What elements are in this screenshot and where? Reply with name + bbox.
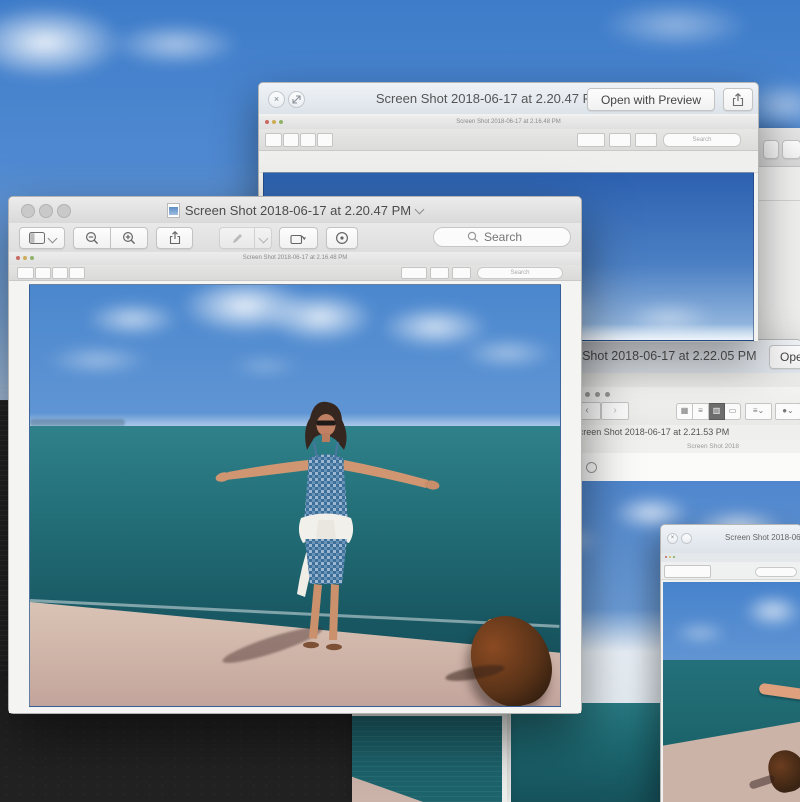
wallpaper-cloud xyxy=(110,22,240,67)
preview-window: Screen Shot 2018-06-17 at 2.20.47 PM xyxy=(8,196,582,714)
share-button[interactable] xyxy=(723,88,753,111)
screenshot-toolbar: Search xyxy=(9,265,581,281)
search-icon xyxy=(467,231,479,243)
woman-figure xyxy=(210,400,445,660)
photo xyxy=(29,284,561,707)
share-icon xyxy=(169,231,181,245)
fullscreen-icon[interactable] xyxy=(681,533,692,544)
annotate-icon xyxy=(586,462,597,473)
action-icon: ●⌄ xyxy=(775,403,800,420)
screenshot-title: Screen Shot 2018-06-17 at 2.16.48 PM xyxy=(259,119,758,125)
screenshot-toolbar: Search xyxy=(259,129,758,151)
column-view-icon: ▥ xyxy=(709,403,725,420)
annotate-button[interactable] xyxy=(326,227,358,249)
rotate-button[interactable] xyxy=(279,227,318,249)
sidebar-icon xyxy=(29,232,45,244)
search-field-wrap xyxy=(433,227,571,247)
chevron-down-icon xyxy=(47,233,57,243)
sidebar-button[interactable] xyxy=(19,227,65,249)
button-fragment[interactable] xyxy=(763,140,779,159)
screenshot-search: Search xyxy=(663,133,741,147)
desktop: Screen Shot 2018-06-17 at 2.22.05 PM Ope… xyxy=(0,0,800,802)
annotate-icon xyxy=(335,231,349,245)
screenshot-band xyxy=(259,151,758,173)
zoom-out-icon xyxy=(85,231,99,245)
button-fragment[interactable] xyxy=(782,140,800,159)
document-icon xyxy=(167,203,180,218)
gallery-view-icon: ▭ xyxy=(725,403,741,420)
quicklook-titlebar[interactable]: × Screen Shot 2018-06- xyxy=(661,525,800,554)
preview-toolbar xyxy=(9,223,581,253)
icon-view-icon: ▦ xyxy=(676,403,693,420)
inner-window-title: Screen Shot 2018 xyxy=(687,443,739,450)
quicklook-content xyxy=(661,553,800,802)
list-view-icon: ≡ xyxy=(693,403,709,420)
markup-chevron-button[interactable] xyxy=(255,227,272,249)
window-title: Screen Shot 2018-06-17 at 2.20.47 PM xyxy=(359,91,619,106)
share-button[interactable] xyxy=(156,227,193,249)
close-icon[interactable]: × xyxy=(667,533,678,544)
close-icon xyxy=(585,392,590,397)
quicklook-window-small: × Screen Shot 2018-06- xyxy=(660,524,800,802)
screenshot-toolbar xyxy=(661,562,800,580)
wallpaper-cloud xyxy=(600,0,750,50)
group-icon: ≡⌄ xyxy=(745,403,772,420)
screenshot-titlebar: Screen Shot 2018-06-17 at 2.16.48 PM xyxy=(259,116,758,130)
minimize-icon xyxy=(595,392,600,397)
share-icon xyxy=(732,93,744,107)
background-window-edge xyxy=(757,128,800,341)
screenshot-title: Screen Shot 2018-06-17 at 2.16.48 PM xyxy=(9,255,581,261)
open-with-preview-button[interactable]: Open with Preview xyxy=(587,88,715,111)
forward-icon: › xyxy=(601,402,629,420)
view-mode-buttons: ▦ ≡ ▥ ▭ xyxy=(676,403,741,420)
fullscreen-icon[interactable] xyxy=(288,91,305,108)
screenshot-strip xyxy=(661,553,800,562)
divider xyxy=(758,200,800,201)
open-with-preview-button[interactable]: Open with Preview xyxy=(769,345,800,369)
markup-pencil-button[interactable] xyxy=(219,227,255,249)
close-icon[interactable]: × xyxy=(268,91,285,108)
zoom-in-icon xyxy=(122,231,136,245)
zoom-in-button[interactable] xyxy=(111,227,148,249)
screenshot-photo xyxy=(663,582,800,802)
screenshot-search: Search xyxy=(477,267,563,279)
distant-land xyxy=(30,419,125,426)
title-group: Screen Shot 2018-06-17 at 2.20.47 PM xyxy=(9,203,581,218)
rotate-icon xyxy=(290,231,307,245)
background-photo-window xyxy=(352,712,507,802)
fullscreen-icon xyxy=(605,392,610,397)
markup-pencil-icon xyxy=(231,232,244,245)
screenshot-titlebar: Screen Shot 2018-06-17 at 2.16.48 PM xyxy=(9,252,581,266)
chevron-down-icon[interactable] xyxy=(415,204,425,214)
zoom-buttons xyxy=(73,227,148,249)
quicklook-titlebar[interactable]: × Screen Shot 2018-06-17 at 2.20.47 PM O… xyxy=(259,83,758,115)
chevron-down-icon xyxy=(258,233,268,243)
search-input[interactable] xyxy=(433,227,571,247)
window-title: Screen Shot 2018-06- xyxy=(725,533,800,542)
window-title: Screen Shot 2018-06-17 at 2.20.47 PM xyxy=(185,203,411,218)
markup-buttons xyxy=(219,227,272,249)
preview-titlebar[interactable]: Screen Shot 2018-06-17 at 2.20.47 PM xyxy=(9,197,581,224)
preview-document: Screen Shot 2018-06-17 at 2.16.48 PM Sea… xyxy=(9,252,581,713)
zoom-out-button[interactable] xyxy=(73,227,111,249)
